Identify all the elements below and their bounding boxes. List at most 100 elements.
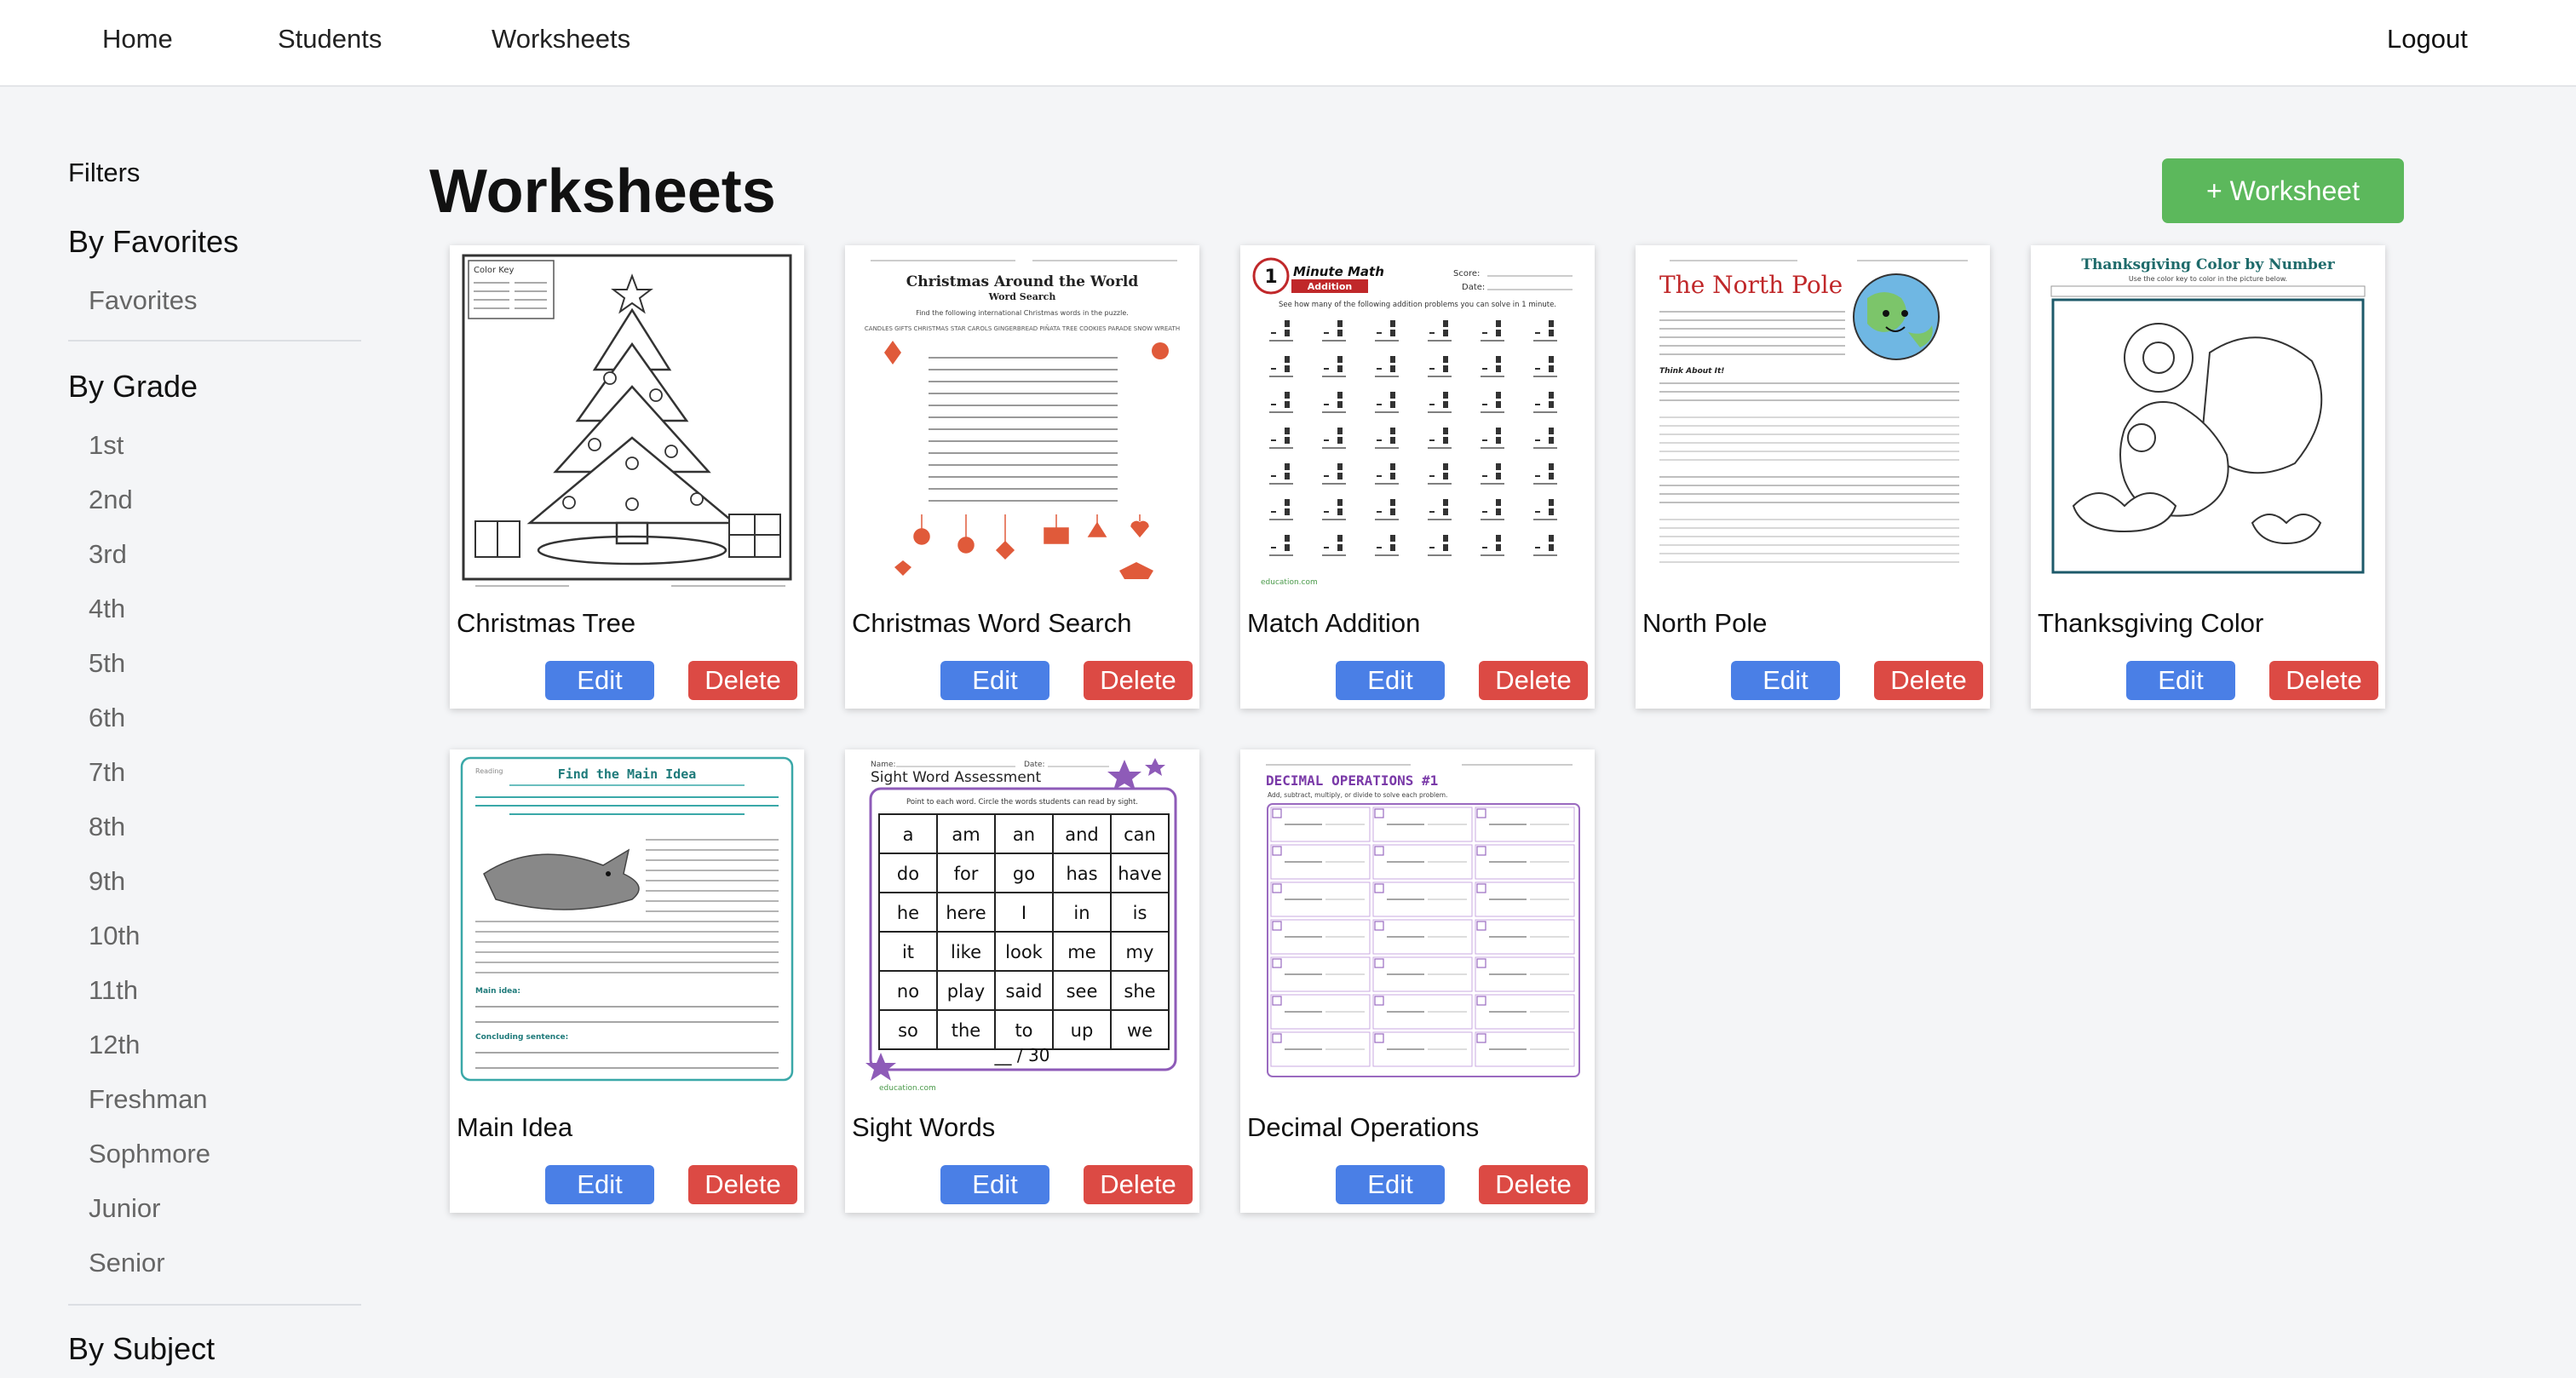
filter-grade-4th[interactable]: 4th xyxy=(89,594,125,624)
math-digit xyxy=(1390,499,1395,506)
math-digit xyxy=(1443,392,1448,399)
edit-button[interactable]: Edit xyxy=(940,661,1049,700)
math-digit xyxy=(1443,463,1448,470)
problem-number-box xyxy=(1476,921,1486,931)
delete-button[interactable]: Delete xyxy=(2269,661,2378,700)
sight-word: up xyxy=(1071,1020,1094,1041)
filter-grade-5th[interactable]: 5th xyxy=(89,648,125,679)
math-digit xyxy=(1549,499,1554,506)
filter-grade-10th[interactable]: 10th xyxy=(89,921,140,951)
plus-sign xyxy=(1429,547,1435,548)
edit-button[interactable]: Edit xyxy=(1336,661,1445,700)
filter-grade-1st[interactable]: 1st xyxy=(89,430,124,461)
math-digit xyxy=(1337,320,1343,327)
sight-word: like xyxy=(951,942,981,962)
math-digit xyxy=(1443,330,1448,336)
filter-grade-freshman[interactable]: Freshman xyxy=(89,1084,208,1115)
filter-grade-senior[interactable]: Senior xyxy=(89,1248,165,1278)
nav-worksheets-link[interactable]: Worksheets xyxy=(492,22,630,56)
math-digit xyxy=(1496,463,1501,470)
sight-word: look xyxy=(1005,942,1044,962)
math-digit xyxy=(1337,401,1343,408)
math-digit xyxy=(1496,365,1501,372)
worksheet-title: Main Idea xyxy=(457,1112,573,1142)
sight-word: is xyxy=(1133,903,1147,923)
sidebar-divider xyxy=(68,340,361,342)
problem-number-box xyxy=(1476,808,1486,818)
sight-word: we xyxy=(1127,1020,1153,1041)
sight-word-title: Sight Word Assessment xyxy=(871,769,1042,786)
delete-button[interactable]: Delete xyxy=(688,661,797,700)
filter-grade-8th[interactable]: 8th xyxy=(89,812,125,842)
filter-grade-6th[interactable]: 6th xyxy=(89,703,125,733)
plus-sign xyxy=(1482,368,1487,370)
math-digit xyxy=(1549,428,1554,434)
math-digit xyxy=(1496,401,1501,408)
filter-grade-9th[interactable]: 9th xyxy=(89,866,125,897)
filter-grade-junior[interactable]: Junior xyxy=(89,1193,160,1224)
worksheet-card[interactable]: 1 Minute Math Addition Score: Date: See … xyxy=(1240,245,1595,709)
math-digit xyxy=(1496,356,1501,363)
filter-grade-11th[interactable]: 11th xyxy=(89,975,138,1006)
plus-sign xyxy=(1377,547,1382,548)
delete-button[interactable]: Delete xyxy=(1479,661,1588,700)
math-digit xyxy=(1549,508,1554,515)
logout-link[interactable]: Logout xyxy=(2387,22,2468,56)
delete-button[interactable]: Delete xyxy=(1084,1165,1193,1204)
edit-button[interactable]: Edit xyxy=(545,1165,654,1204)
minute-math-subtitle: Addition xyxy=(1308,281,1352,292)
worksheet-card[interactable]: Thanksgiving Color by Number Use the col… xyxy=(2031,245,2385,709)
decimal-problem-grid xyxy=(1270,807,1575,1067)
plus-sign xyxy=(1482,404,1487,405)
delete-button[interactable]: Delete xyxy=(688,1165,797,1204)
color-key-label: Color Key xyxy=(474,266,514,275)
edit-button[interactable]: Edit xyxy=(940,1165,1049,1204)
edit-button[interactable]: Edit xyxy=(545,661,654,700)
plus-sign xyxy=(1429,475,1435,477)
score-label: Score: xyxy=(1453,269,1480,278)
worksheet-card[interactable]: DECIMAL OPERATIONS #1 Add, subtract, mul… xyxy=(1240,749,1595,1213)
plus-sign xyxy=(1535,332,1540,334)
thanksgiving-thumbnail: Thanksgiving Color by Number Use the col… xyxy=(2039,250,2377,591)
sight-word: for xyxy=(954,864,979,884)
delete-button[interactable]: Delete xyxy=(1479,1165,1588,1204)
filter-grade-12th[interactable]: 12th xyxy=(89,1030,140,1060)
decimal-instructions: Add, subtract, multiply, or divide to so… xyxy=(1268,791,1447,799)
math-digit xyxy=(1285,365,1290,372)
thanksgiving-instructions: Use the color key to color in the pictur… xyxy=(2129,275,2287,283)
delete-button[interactable]: Delete xyxy=(1874,661,1983,700)
worksheet-thumbnail: The North Pole Think About It! xyxy=(1644,250,1981,591)
filter-grade-2nd[interactable]: 2nd xyxy=(89,485,133,515)
math-digit xyxy=(1496,330,1501,336)
worksheet-card[interactable]: The North Pole Think About It! North Pol… xyxy=(1636,245,1990,709)
math-digit xyxy=(1443,365,1448,372)
sight-word: it xyxy=(902,942,914,962)
worksheet-card[interactable]: Name: Date: Sight Word Assessment Point … xyxy=(845,749,1199,1213)
edit-button[interactable]: Edit xyxy=(2126,661,2235,700)
sight-word: me xyxy=(1067,942,1095,962)
delete-button[interactable]: Delete xyxy=(1084,661,1193,700)
edit-button[interactable]: Edit xyxy=(1731,661,1840,700)
filters-title: Filters xyxy=(68,158,141,187)
sight-word: play xyxy=(947,981,985,1002)
add-worksheet-button[interactable]: + Worksheet xyxy=(2162,158,2404,223)
filter-grade-7th[interactable]: 7th xyxy=(89,757,125,788)
math-digit xyxy=(1337,535,1343,542)
math-digit xyxy=(1549,463,1554,470)
plus-sign xyxy=(1271,439,1276,441)
name-label: Name: xyxy=(871,761,896,769)
filter-grade-sophmore[interactable]: Sophmore xyxy=(89,1139,210,1169)
worksheet-card[interactable]: Reading Find the Main Idea Main idea: Co… xyxy=(450,749,804,1213)
edit-button[interactable]: Edit xyxy=(1336,1165,1445,1204)
plus-sign xyxy=(1535,475,1540,477)
nav-home-link[interactable]: Home xyxy=(102,22,173,56)
filter-favorites[interactable]: Favorites xyxy=(89,285,197,316)
math-digit xyxy=(1549,356,1554,363)
plus-sign xyxy=(1271,547,1276,548)
worksheet-card[interactable]: Christmas Around the World Word Search F… xyxy=(845,245,1199,709)
nav-students-link[interactable]: Students xyxy=(278,22,382,56)
filter-grade-3rd[interactable]: 3rd xyxy=(89,539,127,570)
math-digit xyxy=(1390,437,1395,444)
worksheet-card[interactable]: Color Key Christmas Tree Edit Delete xyxy=(450,245,804,709)
plus-sign xyxy=(1377,368,1382,370)
